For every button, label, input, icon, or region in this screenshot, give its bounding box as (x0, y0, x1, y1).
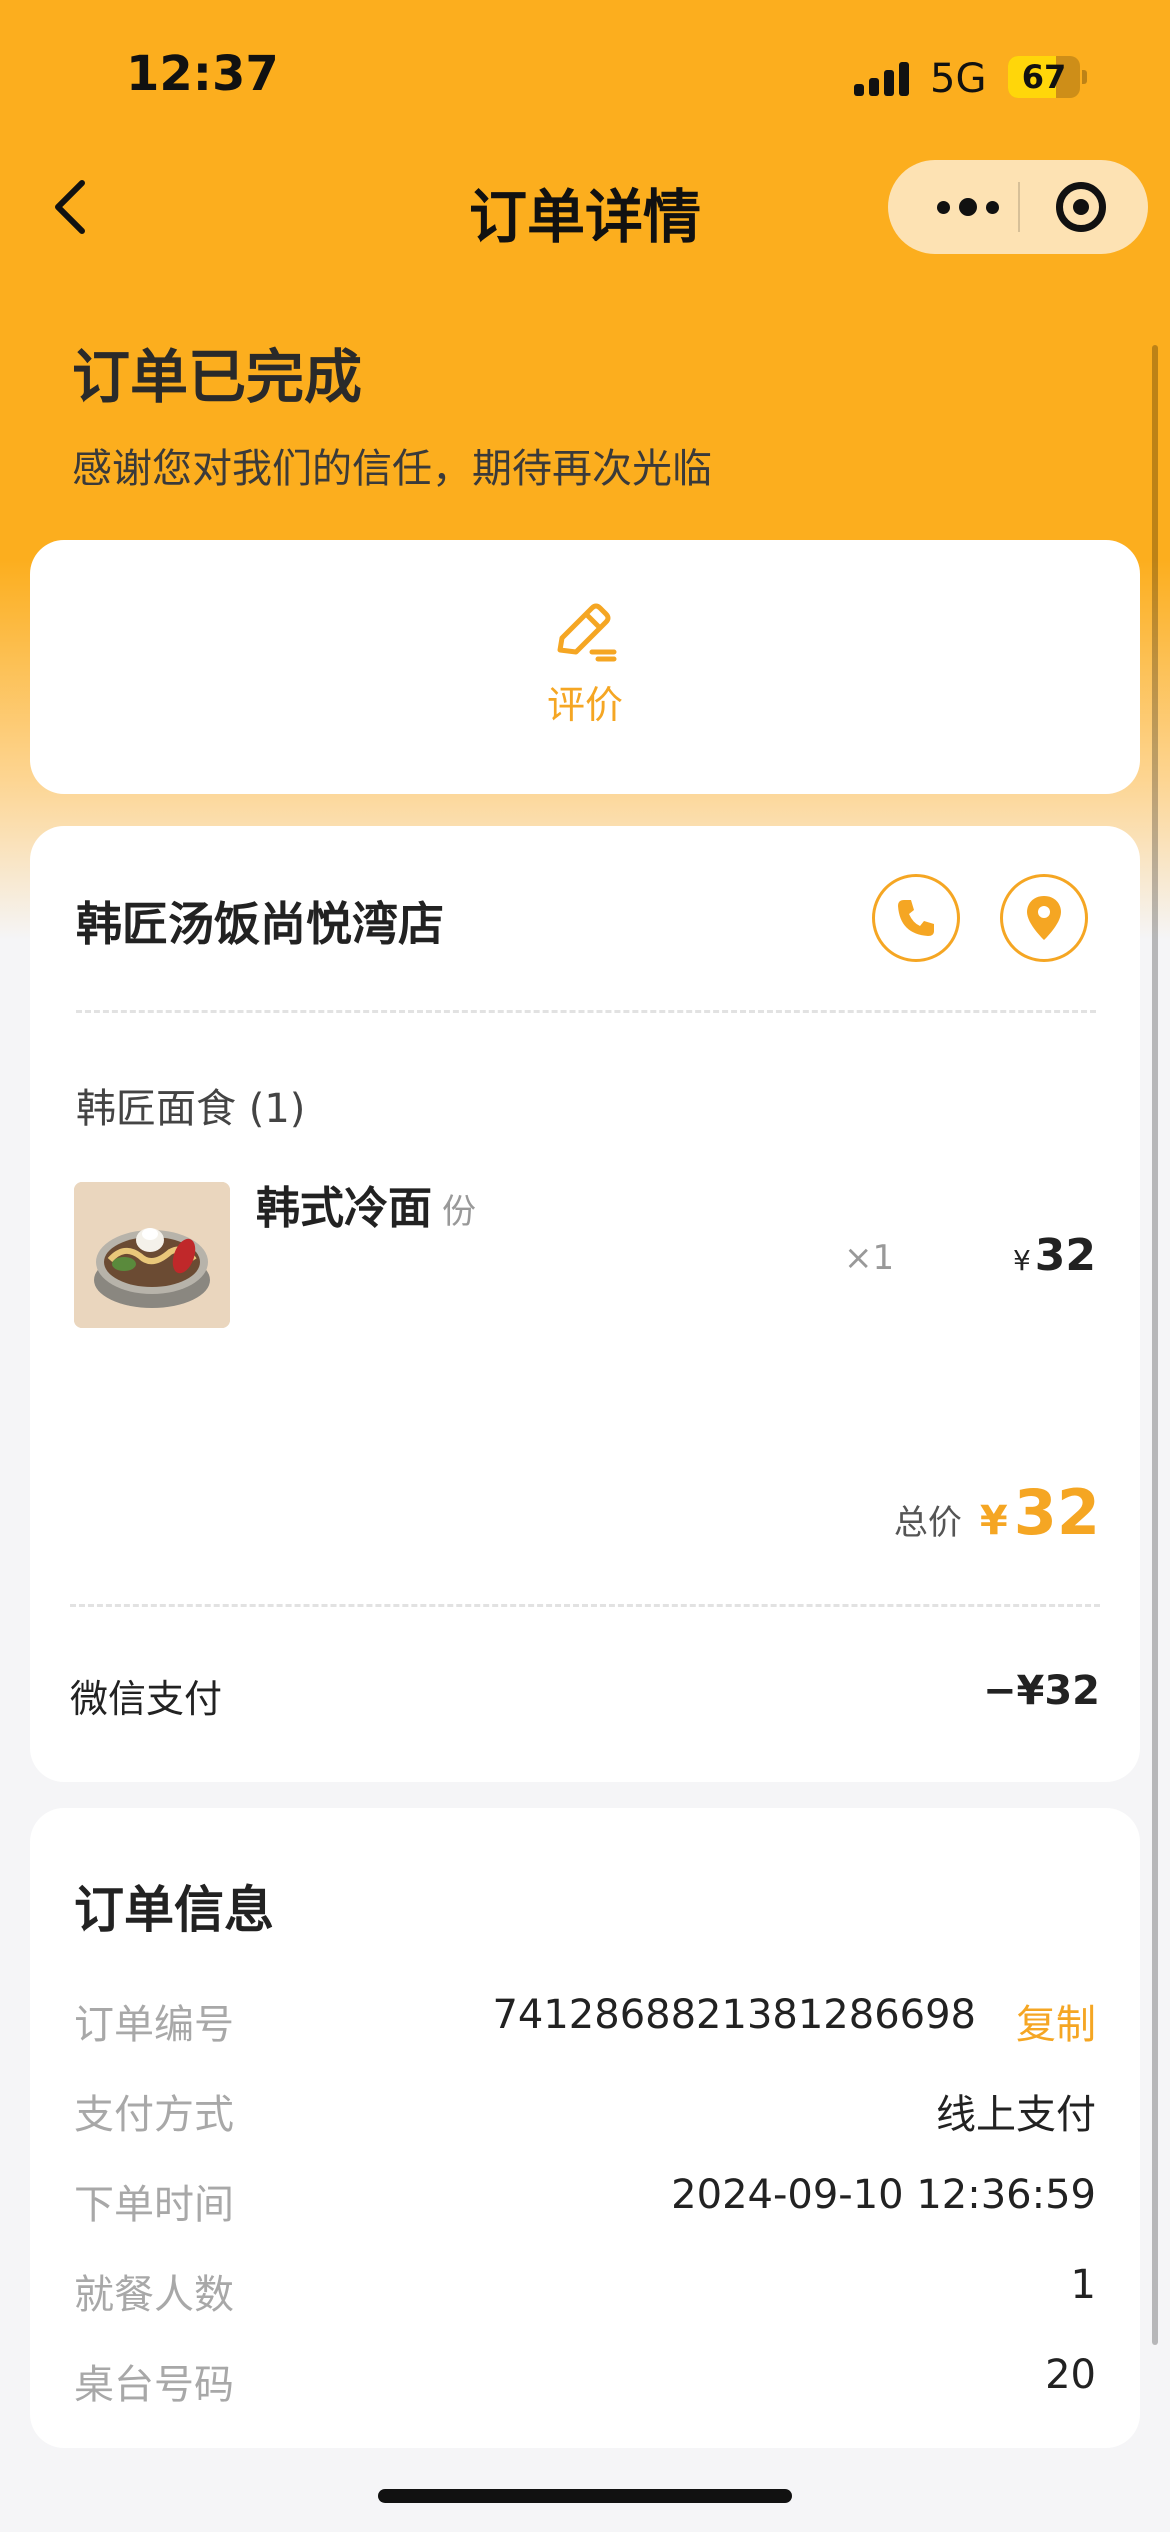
phone-icon (898, 900, 934, 936)
payment-type-value: 线上支付 (936, 2092, 1096, 2138)
more-dots-icon[interactable] (928, 182, 1008, 232)
store-location-button[interactable] (1000, 874, 1088, 962)
scrollbar[interactable] (1152, 345, 1158, 2345)
divider (70, 1604, 1100, 1607)
review-label: 评价 (546, 683, 623, 727)
table-number-label: 桌台号码 (74, 2362, 234, 2408)
payment-type-label: 支付方式 (74, 2092, 234, 2138)
location-pin-icon (1027, 896, 1061, 940)
order-number-value: 7412868821381286698 (492, 1992, 976, 2038)
order-number-label: 订单编号 (74, 2002, 234, 2048)
dish-name: 韩式冷面份 (256, 1172, 476, 1236)
call-store-button[interactable] (872, 874, 960, 962)
status-bar: 12:37 5G 67 (0, 0, 1170, 150)
total-row: 总价 ¥32 (894, 1476, 1100, 1549)
dish-quantity: ×1 (844, 1238, 895, 1278)
store-card: 韩匠汤饭尚悦湾店 韩匠面食 (1) 韩式冷面份 ×1 ¥32 总价 ¥32 微信… (30, 826, 1140, 1782)
target-icon[interactable] (1056, 182, 1106, 232)
signal-icon (854, 56, 914, 96)
review-card: 评价 (30, 540, 1140, 794)
dish-price: ¥32 (1013, 1230, 1096, 1281)
order-time-value: 2024-09-10 12:36:59 (671, 2172, 1096, 2218)
dish-unit: 份 (442, 1192, 476, 1232)
network-label: 5G (930, 56, 987, 102)
order-time-row: 下单时间 2024-09-10 12:36:59 (74, 2172, 1096, 2232)
store-name[interactable]: 韩匠汤饭尚悦湾店 (76, 888, 444, 954)
review-button[interactable]: 评价 (485, 600, 685, 740)
order-status-title: 订单已完成 (72, 343, 363, 411)
category-label: 韩匠面食 (1) (76, 1086, 306, 1132)
battery-icon: 67 (1008, 56, 1088, 98)
order-info-title: 订单信息 (74, 1881, 274, 1939)
copy-order-number-button[interactable]: 复制 (1016, 1992, 1096, 2050)
payment-method-label: 微信支付 (70, 1677, 223, 1721)
diners-label: 就餐人数 (74, 2272, 234, 2318)
order-info-card: 订单信息 订单编号 7412868821381286698 复制 支付方式 线上… (30, 1808, 1140, 2448)
dish-price-value: 32 (1034, 1230, 1096, 1281)
order-time-label: 下单时间 (74, 2182, 234, 2228)
payment-type-row: 支付方式 线上支付 (74, 2082, 1096, 2142)
total-currency: ¥ (979, 1498, 1008, 1544)
capsule-divider (1018, 182, 1020, 232)
order-status-subtitle: 感谢您对我们的信任，期待再次光临 (72, 446, 712, 492)
table-number-row: 桌台号码 20 (74, 2352, 1096, 2412)
divider (76, 1010, 1096, 1013)
status-time: 12:37 (126, 46, 279, 102)
total-label: 总价 (893, 1503, 962, 1543)
total-amount: ¥32 (980, 1476, 1100, 1549)
dish-title: 韩式冷面 (256, 1183, 432, 1234)
table-number-value: 20 (1045, 2352, 1096, 2398)
mini-program-capsule (888, 160, 1148, 254)
home-indicator[interactable] (378, 2489, 792, 2503)
currency-symbol: ¥ (1012, 1244, 1031, 1277)
payment-amount: −¥32 (982, 1668, 1100, 1714)
total-value: 32 (1013, 1476, 1100, 1549)
diners-value: 1 (1070, 2262, 1096, 2308)
edit-pen-icon (557, 603, 617, 662)
diners-row: 就餐人数 1 (74, 2262, 1096, 2322)
dish-image (74, 1182, 230, 1328)
order-number-row: 订单编号 7412868821381286698 复制 (74, 1992, 1096, 2052)
battery-percent: 67 (1021, 58, 1067, 96)
